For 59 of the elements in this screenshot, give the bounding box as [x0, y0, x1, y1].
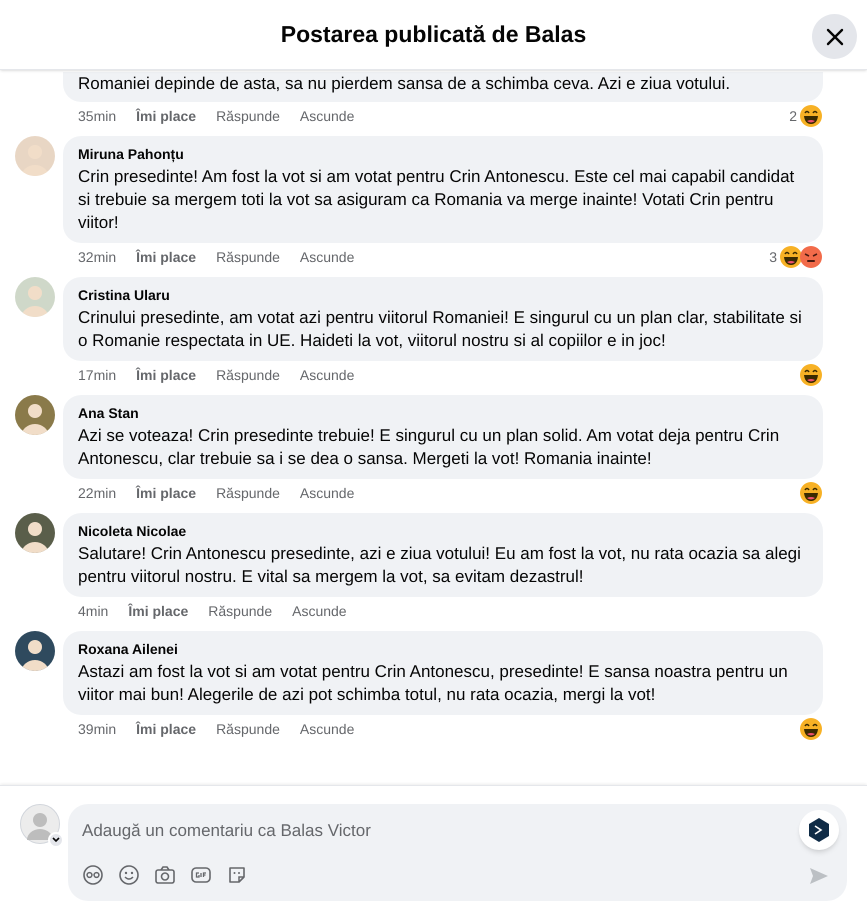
chevron-icon[interactable] — [48, 832, 64, 848]
comment-text: Azi se voteaza! Crin presedinte trebuie! E singurul cu un plan solid. Am votat deja pentru Crin Antonescu, clar trebuie sa i se dea o sansa. Mergeti la vot! Romania inainte! — [78, 425, 780, 470]
reply-link[interactable]: Răspunde — [216, 106, 280, 126]
gif-icon[interactable] — [190, 864, 212, 886]
like-link[interactable]: Îmi place — [136, 106, 196, 126]
comment-text: Astazi am fost la vot si am votat pentru Crin Antonescu, presedinte! E sansa noastra pentru un viitor mai bun! Alegerile de azi pot schimba totul, nu rata ocazia, mergi la vot! — [78, 661, 789, 706]
reply-link[interactable]: Răspunde — [208, 600, 272, 622]
laughing-emoji-icon — [799, 481, 823, 505]
timestamp[interactable]: 4min — [78, 600, 108, 622]
hide-link[interactable]: Ascunde — [300, 246, 354, 268]
like-link[interactable]: Îmi place — [136, 718, 196, 740]
author-name[interactable]: Nicoleta Nicolae — [78, 522, 808, 540]
author-name[interactable]: Ana Stan — [78, 404, 808, 422]
author-name[interactable]: Roxana Ailenei — [78, 640, 808, 658]
hide-link[interactable]: Ascunde — [292, 600, 347, 622]
laughing-emoji-icon — [799, 717, 823, 741]
comment-text: Salutare! Crin Antonescu presedinte, azi e ziua votului! Eu am fost la vot, nu rata ocazia sa alegi pentru viitorul nostru. E vital sa mergem la vot, sa evitam dezastrul! — [78, 543, 802, 588]
hide-link[interactable]: Ascunde — [300, 482, 354, 504]
like-link[interactable]: Îmi place — [128, 600, 188, 622]
like-link[interactable]: Îmi place — [136, 364, 196, 386]
dialog-title: Postarea publicată de Balas — [280, 20, 586, 50]
laughing-emoji-icon — [779, 245, 803, 269]
avatar[interactable] — [15, 513, 55, 553]
laughing-emoji-icon — [799, 104, 823, 128]
author-name[interactable]: Cristina Ularu — [78, 286, 808, 304]
timestamp[interactable]: 17min — [78, 364, 116, 386]
camera-icon[interactable] — [154, 864, 176, 886]
hide-link[interactable]: Ascunde — [300, 364, 354, 386]
comment-text: Crinului presedinte, am votat azi pentru viitorul Romaniei! E singurul cu un plan clar, stabilitate si o Romanie respectata in UE. Haideti la vot, viitorul nostru si al copiilor e in joc! — [78, 307, 803, 352]
hide-link[interactable]: Ascunde — [300, 718, 354, 740]
emoji-icon[interactable] — [118, 864, 140, 886]
like-link[interactable]: Îmi place — [136, 482, 196, 504]
hexagon-logo-icon — [807, 817, 831, 843]
angry-emoji-icon — [799, 245, 823, 269]
comment-text: Crin presedinte! Am fost la vot si am votat pentru Crin Antonescu. Este cel mai capabil candidat si trebuie sa mergem toti la vot sa asiguram ca Romania va merge inainte! Votati Crin pentru viitor! — [78, 166, 796, 234]
reaction-count[interactable]: 3 — [769, 246, 777, 268]
hide-link[interactable]: Ascunde — [300, 106, 354, 126]
timestamp[interactable]: 32min — [78, 246, 116, 268]
timestamp[interactable]: 22min — [78, 482, 116, 504]
extension-button[interactable] — [799, 810, 839, 850]
avatar[interactable] — [15, 395, 55, 435]
author-name[interactable]: Miruna Pahonțu — [78, 145, 808, 163]
comment-input[interactable]: Adaugă un comentariu ca Balas Victor — [82, 818, 773, 844]
close-icon — [824, 26, 844, 46]
reply-link[interactable]: Răspunde — [216, 364, 280, 386]
reply-link[interactable]: Răspunde — [216, 482, 280, 504]
timestamp[interactable]: 35min — [78, 106, 116, 126]
comment-composer[interactable]: Adaugă un comentariu ca Balas Victor — [68, 804, 847, 901]
timestamp[interactable]: 39min — [78, 718, 116, 740]
comment-text: Romaniei depinde de asta, sa nu pierdem sansa de a schimba ceva. Azi e ziua votului. — [78, 73, 732, 95]
sticker-icon[interactable] — [226, 864, 248, 886]
laughing-emoji-icon — [799, 363, 823, 387]
like-link[interactable]: Îmi place — [136, 246, 196, 268]
avatar-sticker-icon[interactable] — [82, 864, 104, 886]
close-button[interactable] — [812, 14, 857, 59]
reaction-count[interactable]: 2 — [789, 106, 797, 126]
avatar[interactable] — [15, 631, 55, 671]
reply-link[interactable]: Răspunde — [216, 718, 280, 740]
reply-link[interactable]: Răspunde — [216, 246, 280, 268]
